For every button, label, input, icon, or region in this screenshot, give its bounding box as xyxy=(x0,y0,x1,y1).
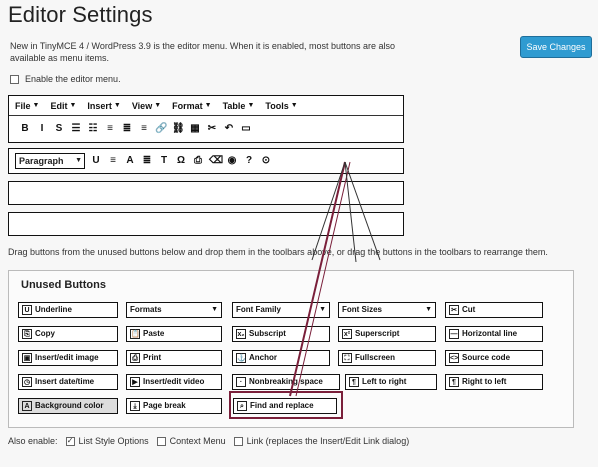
link-checkbox[interactable] xyxy=(233,436,243,446)
option-list-style[interactable]: ✓ List Style Options xyxy=(65,436,149,446)
also-enable-label: Also enable: xyxy=(8,436,58,446)
drag-arrow-annotation xyxy=(289,161,381,397)
option-label: Context Menu xyxy=(169,436,226,446)
option-label: List Style Options xyxy=(78,436,149,446)
option-context-menu[interactable]: Context Menu xyxy=(156,436,226,446)
option-link[interactable]: Link (replaces the Insert/Edit Link dial… xyxy=(233,436,410,446)
list-style-checkbox[interactable]: ✓ xyxy=(65,436,75,446)
option-label: Link (replaces the Insert/Edit Link dial… xyxy=(246,436,410,446)
editor-settings-page: Editor Settings New in TinyMCE 4 / WordP… xyxy=(0,0,598,467)
also-enable-row: Also enable: ✓ List Style Options Contex… xyxy=(8,436,409,446)
context-menu-checkbox[interactable] xyxy=(156,436,166,446)
